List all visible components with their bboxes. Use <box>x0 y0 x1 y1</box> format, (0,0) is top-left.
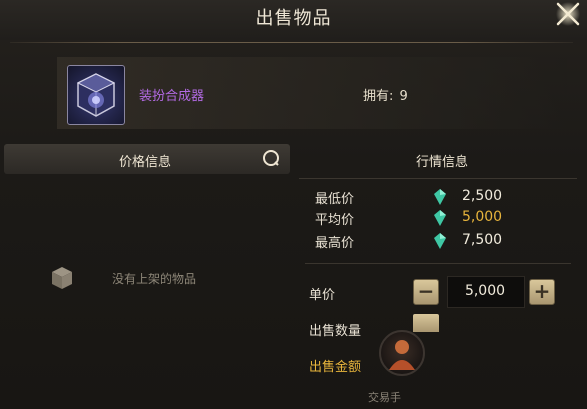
empty-box-icon <box>48 265 76 291</box>
quantity-label: 出售数量 <box>309 324 362 339</box>
gem-icon <box>434 189 446 205</box>
tab-market-info[interactable]: 行情信息 <box>297 151 587 170</box>
avg-price-value: 5,000 <box>462 209 503 225</box>
unit-price-label: 单价 <box>309 288 336 303</box>
min-price-value: 2,500 <box>462 188 503 204</box>
gem-icon <box>434 233 446 249</box>
close-button[interactable] <box>548 0 587 36</box>
max-price-value: 7,500 <box>462 232 503 248</box>
quantity-stepper[interactable] <box>413 314 439 332</box>
increase-price-button[interactable]: + <box>529 279 555 305</box>
amount-label: 出售金额 <box>309 360 362 375</box>
owned-value: 9 <box>399 89 408 104</box>
plus-icon: + <box>533 279 551 303</box>
synthesizer-cube-icon <box>76 73 116 117</box>
refresh-button[interactable] <box>261 148 281 168</box>
gem-icon <box>434 210 446 226</box>
character-icon <box>389 340 415 370</box>
item-icon-frame[interactable] <box>67 65 125 125</box>
header-divider <box>10 42 573 43</box>
refresh-icon <box>263 150 279 166</box>
max-price-label: 最高价 <box>315 236 355 251</box>
close-icon <box>556 2 580 26</box>
form-divider <box>305 263 571 264</box>
min-price-label: 最低价 <box>315 192 355 207</box>
dialog-title: 出售物品 <box>255 8 332 29</box>
sell-item-dialog: 出售物品 装扮合成器 拥有: 9 价格信息 没有上架的物品 行情信息 最低价 2… <box>0 0 587 409</box>
trade-fee-text: 交易手 <box>368 391 401 404</box>
unit-price-value: 5,000 <box>464 283 506 299</box>
avg-price-label: 平均价 <box>315 213 355 228</box>
owned-label: 拥有: <box>363 89 394 104</box>
market-divider <box>299 178 577 179</box>
item-name: 装扮合成器 <box>139 89 205 104</box>
item-row <box>57 57 567 129</box>
tab-price-info-label: 价格信息 <box>118 155 171 170</box>
owned-count: 拥有: 9 <box>361 85 408 104</box>
decrease-price-button[interactable]: − <box>413 279 439 305</box>
avatar[interactable] <box>379 330 425 376</box>
empty-listings-text: 没有上架的物品 <box>112 272 197 286</box>
minus-icon: − <box>417 279 435 303</box>
